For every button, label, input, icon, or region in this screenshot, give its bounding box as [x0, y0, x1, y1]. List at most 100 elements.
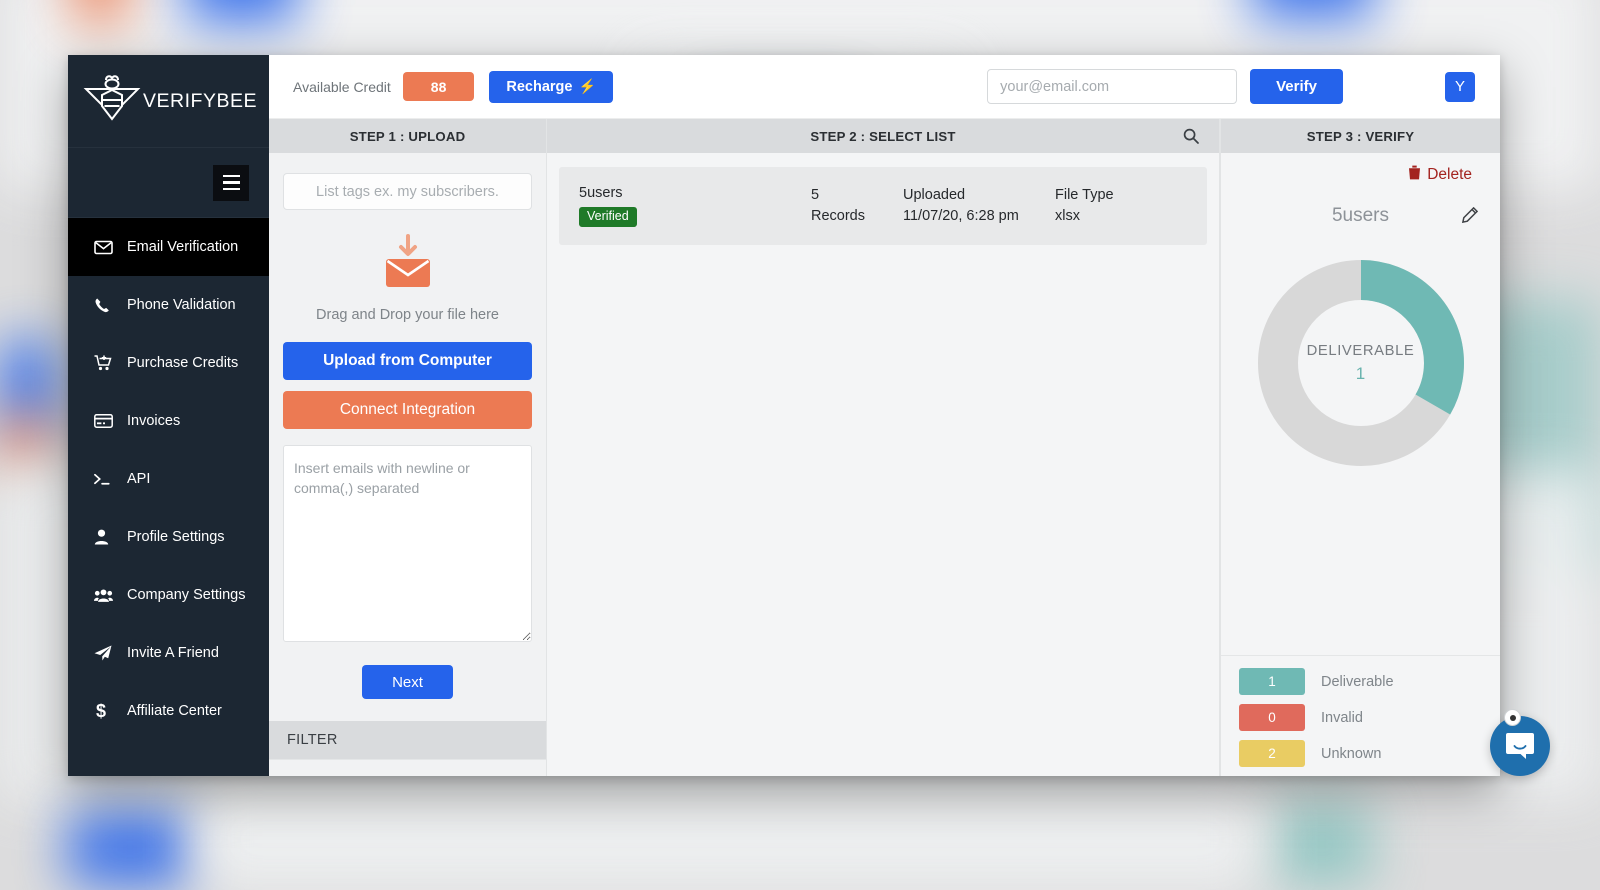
- list-item-filetype: File Type xlsx: [1055, 185, 1187, 226]
- step3-verify-panel: STEP 3 : VERIFY Delete 5users DELIVERABL…: [1220, 119, 1500, 776]
- pencil-icon[interactable]: [1462, 207, 1478, 223]
- sidebar-toggle-row: [68, 148, 269, 218]
- selected-list-name: 5users: [1331, 205, 1390, 226]
- sidebar-nav: Email Verification Phone Validation Purc…: [68, 218, 269, 740]
- steps-columns: STEP 1 : UPLOAD Drag and Drop your file …: [269, 119, 1500, 776]
- lightning-bolt-icon: ⚡: [578, 78, 596, 94]
- donut-value: 1: [1355, 363, 1366, 383]
- phone-icon: [94, 297, 113, 314]
- intercom-messenger-icon[interactable]: [1490, 716, 1550, 776]
- trash-icon: [1408, 165, 1421, 185]
- status-badge: Verified: [579, 207, 637, 227]
- filter-section-body: [269, 759, 546, 776]
- dropzone-label: Drag and Drop your file here: [316, 307, 499, 323]
- sidebar: VERIFYBEE Email Verification Phone Valid…: [68, 55, 269, 776]
- list-item-name: 5users: [579, 185, 623, 201]
- sidebar-item-api[interactable]: API: [68, 450, 269, 508]
- sidebar-item-phone-validation[interactable]: Phone Validation: [68, 276, 269, 334]
- deliverable-donut-chart: DELIVERABLE 1: [1221, 227, 1500, 467]
- recharge-button[interactable]: Recharge ⚡: [489, 70, 613, 103]
- search-icon[interactable]: [1183, 128, 1199, 144]
- uploaded-label: Uploaded: [903, 187, 966, 204]
- connect-integration-button[interactable]: Connect Integration: [283, 391, 532, 429]
- legend-count: 0: [1239, 704, 1305, 731]
- list-item-name-group: 5users Verified: [579, 185, 811, 227]
- main-content: Available Credit 88 Recharge ⚡ Verify Y …: [269, 55, 1500, 776]
- sidebar-item-affiliate-center[interactable]: $ Affiliate Center: [68, 682, 269, 740]
- step2-title-text: STEP 2 : SELECT LIST: [810, 128, 956, 144]
- single-email-input[interactable]: [987, 69, 1238, 104]
- avatar[interactable]: Y: [1445, 71, 1475, 102]
- shopping-cart-icon: [94, 355, 113, 371]
- filetype-value: xlsx: [1055, 207, 1080, 224]
- filter-section-header[interactable]: FILTER: [269, 721, 546, 759]
- step1-body: Drag and Drop your file here Upload from…: [269, 153, 546, 721]
- step3-title: STEP 3 : VERIFY: [1221, 119, 1500, 153]
- sidebar-item-profile-settings[interactable]: Profile Settings: [68, 508, 269, 566]
- credit-value-badge: 88: [402, 72, 475, 101]
- sidebar-item-label: Purchase Credits: [127, 355, 239, 371]
- sidebar-item-invoices[interactable]: Invoices: [68, 392, 269, 450]
- sidebar-item-label: Phone Validation: [127, 297, 236, 313]
- delete-button[interactable]: Delete: [1221, 153, 1500, 185]
- sidebar-item-label: Invite A Friend: [127, 645, 219, 661]
- dollar-icon: $: [96, 700, 107, 721]
- legend-row-invalid[interactable]: 0 Invalid: [1239, 704, 1500, 731]
- filetype-label: File Type: [1055, 187, 1114, 204]
- legend-count: 2: [1239, 740, 1305, 767]
- sidebar-item-label: Email Verification: [127, 239, 239, 255]
- topbar-right-group: Verify Y: [987, 69, 1475, 104]
- dot-badge-icon: [1504, 709, 1521, 726]
- sidebar-item-label: Profile Settings: [127, 529, 225, 545]
- list-tags-input[interactable]: [283, 173, 532, 210]
- legend-row-unknown[interactable]: 2 Unknown: [1239, 740, 1500, 767]
- verify-button[interactable]: Verify: [1250, 69, 1343, 104]
- upload-from-computer-button[interactable]: Upload from Computer: [283, 342, 532, 380]
- legend-count: 1: [1239, 668, 1305, 695]
- next-button-row: Next: [283, 647, 532, 721]
- step2-title: STEP 2 : SELECT LIST: [547, 119, 1219, 153]
- legend-row-deliverable[interactable]: 1 Deliverable: [1239, 668, 1500, 695]
- brand-name: VERIFYBEE: [143, 89, 257, 112]
- users-icon: [94, 588, 113, 603]
- selected-list-name-row: 5users: [1221, 185, 1500, 227]
- next-button[interactable]: Next: [362, 665, 453, 699]
- step2-body: 5users Verified 5 Records Uploaded 11/07…: [547, 153, 1219, 245]
- envelope-icon: [94, 240, 113, 255]
- sidebar-item-invite-a-friend[interactable]: Invite A Friend: [68, 624, 269, 682]
- legend-label: Deliverable: [1321, 673, 1394, 690]
- sidebar-item-email-verification[interactable]: Email Verification: [68, 218, 269, 276]
- list-item[interactable]: 5users Verified 5 Records Uploaded 11/07…: [559, 167, 1207, 245]
- sidebar-item-purchase-credits[interactable]: Purchase Credits: [68, 334, 269, 392]
- legend-label: Unknown: [1321, 745, 1382, 762]
- terminal-icon: [94, 472, 113, 486]
- top-bar: Available Credit 88 Recharge ⚡ Verify Y: [269, 55, 1500, 119]
- sidebar-item-label: Company Settings: [127, 587, 246, 603]
- bee-logo-icon: [80, 73, 144, 129]
- paper-plane-icon: [94, 645, 113, 661]
- envelope-download-icon: [377, 228, 439, 295]
- hamburger-menu-icon[interactable]: [213, 164, 249, 201]
- legend-label: Invalid: [1321, 709, 1363, 726]
- user-icon: [94, 529, 113, 545]
- sidebar-item-label: Affiliate Center: [127, 703, 222, 719]
- file-dropzone[interactable]: Drag and Drop your file here: [283, 210, 532, 331]
- sidebar-item-label: API: [127, 471, 151, 487]
- app-window: VERIFYBEE Email Verification Phone Valid…: [68, 55, 1500, 776]
- sidebar-item-label: Invoices: [127, 413, 181, 429]
- donut-label: DELIVERABLE: [1306, 342, 1415, 359]
- verify-legend: 1 Deliverable 0 Invalid 2 Unknown: [1221, 655, 1500, 776]
- sidebar-item-company-settings[interactable]: Company Settings: [68, 566, 269, 624]
- step1-upload-panel: STEP 1 : UPLOAD Drag and Drop your file …: [269, 119, 547, 776]
- emails-textarea[interactable]: [283, 445, 532, 642]
- list-item-records: 5 Records: [811, 185, 903, 226]
- records-value: 5: [811, 187, 820, 204]
- recharge-label: Recharge: [506, 78, 573, 95]
- brand-logo[interactable]: VERIFYBEE: [68, 55, 269, 148]
- available-credit-label: Available Credit: [293, 78, 391, 95]
- delete-label: Delete: [1427, 166, 1472, 183]
- donut-center-text: DELIVERABLE 1: [1257, 259, 1465, 467]
- list-item-uploaded: Uploaded 11/07/20, 6:28 pm: [903, 185, 1055, 226]
- step1-title: STEP 1 : UPLOAD: [269, 119, 546, 153]
- uploaded-value: 11/07/20, 6:28 pm: [903, 207, 1019, 224]
